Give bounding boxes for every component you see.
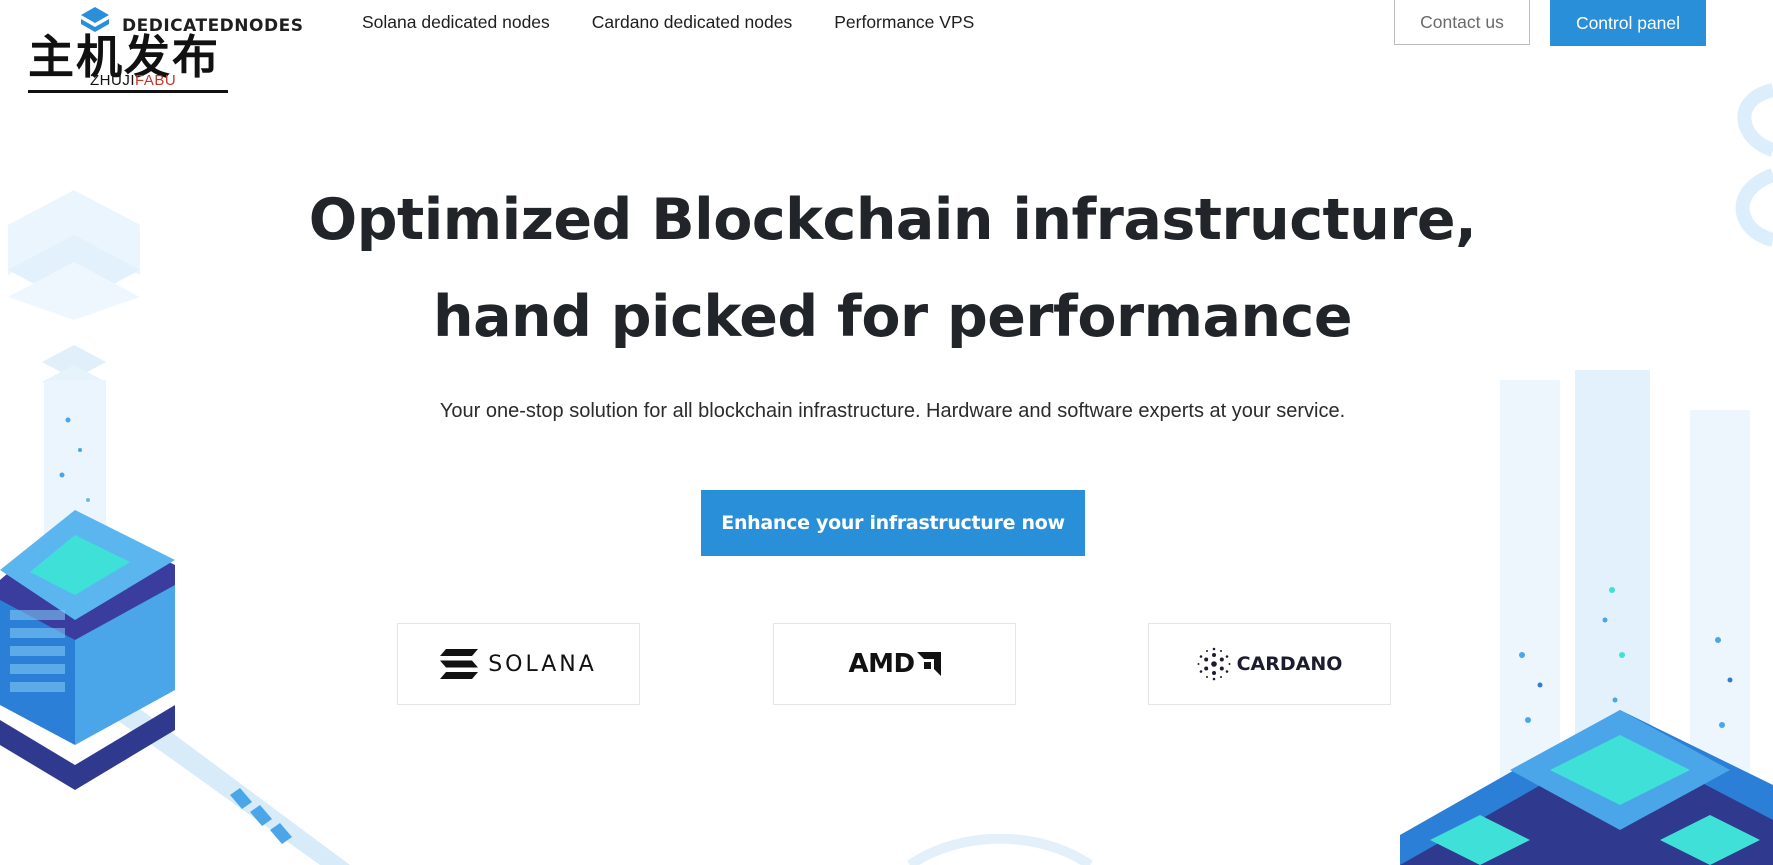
hero-title-line2: hand picked for performance: [432, 284, 1353, 350]
nav-cardano-dedicated-nodes[interactable]: Cardano dedicated nodes: [592, 12, 792, 33]
amd-arrow-icon: [916, 652, 941, 676]
partner-name-amd: AMD: [848, 649, 915, 679]
partner-card-amd: AMD: [773, 623, 1016, 705]
watermark-pinyin-a: ZHUJI: [90, 72, 135, 89]
hero-title-line1: Optimized Blockchain infrastructure,: [308, 187, 1477, 253]
nav-solana-dedicated-nodes[interactable]: Solana dedicated nodes: [362, 12, 550, 33]
hero-subtitle: Your one-stop solution for all blockchai…: [439, 400, 1346, 422]
main-nav: Solana dedicated nodes Cardano dedicated…: [362, 12, 974, 33]
nav-performance-vps[interactable]: Performance VPS: [834, 12, 974, 33]
partner-card-solana: SOLANA: [397, 623, 640, 705]
solana-icon: [440, 649, 479, 679]
partner-card-cardano: CARDANO: [1148, 623, 1391, 705]
partner-name-solana: SOLANA: [488, 651, 597, 677]
contact-us-button[interactable]: Contact us: [1394, 0, 1530, 45]
control-panel-button[interactable]: Control panel: [1550, 0, 1706, 46]
watermark-pinyin: ZHUJIFABU: [90, 72, 176, 89]
partner-name-cardano: CARDANO: [1236, 653, 1343, 675]
enhance-infrastructure-button[interactable]: Enhance your infrastructure now: [701, 490, 1085, 556]
brand-logo[interactable]: DEDICATEDNODES 主机发布 ZHUJIFABU: [28, 6, 318, 94]
cardano-icon: [1197, 647, 1231, 681]
hero-title: Optimized Blockchain infrastructure, han…: [0, 172, 1773, 366]
watermark-pinyin-b: FABU: [135, 72, 177, 89]
watermark-underline: [28, 90, 228, 93]
bottom-arc-decoration: [907, 833, 1093, 865]
